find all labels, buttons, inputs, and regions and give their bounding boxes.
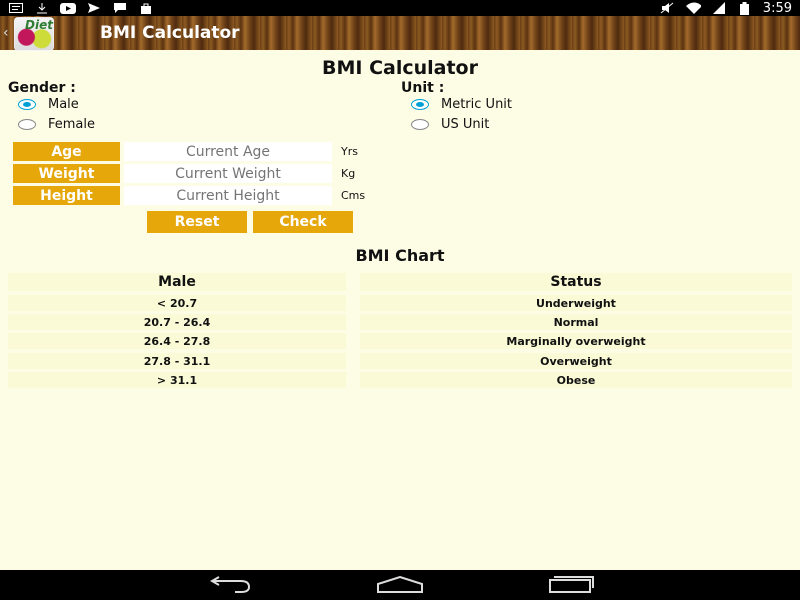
height-label: Height [13, 186, 120, 205]
table-cell-status: Normal [360, 314, 792, 330]
radio-unselected-icon[interactable] [411, 119, 429, 130]
home-nav-icon[interactable] [376, 575, 424, 598]
bmi-chart-title: BMI Chart [355, 246, 445, 265]
table-cell-range: 27.8 - 31.1 [8, 353, 346, 369]
table-cell-range: 26.4 - 27.8 [8, 333, 346, 349]
gender-option-label: Male [48, 97, 79, 112]
age-label: Age [13, 142, 120, 161]
page-title: BMI Calculator [322, 57, 478, 79]
battery-icon [737, 1, 753, 15]
chat-icon [112, 2, 128, 14]
age-input[interactable] [124, 142, 332, 161]
navigation-bar [0, 570, 800, 600]
mute-icon [659, 2, 675, 14]
table-header-male: Male [8, 273, 346, 291]
table-header-status: Status [360, 273, 792, 291]
recent-apps-nav-icon[interactable] [548, 576, 594, 598]
action-bar: ‹ Diet BMI Calculator [0, 16, 800, 51]
gender-label: Gender : [8, 80, 76, 96]
unit-option-us[interactable]: US Unit [411, 117, 489, 132]
unit-option-metric[interactable]: Metric Unit [411, 97, 512, 112]
download-icon [34, 2, 50, 14]
unit-option-label: Metric Unit [441, 97, 513, 112]
age-unit: Yrs [341, 145, 358, 158]
table-cell-range: > 31.1 [8, 372, 346, 388]
cell-signal-icon [711, 2, 727, 14]
reset-button[interactable]: Reset [147, 211, 247, 233]
gender-option-male[interactable]: Male [18, 97, 79, 112]
back-chevron-icon[interactable]: ‹ [3, 25, 9, 41]
action-bar-title: BMI Calculator [100, 23, 240, 43]
radio-selected-icon[interactable] [411, 99, 429, 110]
unit-label: Unit : [401, 80, 445, 96]
table-cell-status: Overweight [360, 353, 792, 369]
send-icon [86, 2, 102, 14]
table-cell-status: Marginally overweight [360, 333, 792, 349]
height-input[interactable] [124, 186, 332, 205]
app-icon-label: Diet [25, 18, 53, 32]
table-cell-range: 20.7 - 26.4 [8, 314, 346, 330]
check-button[interactable]: Check [253, 211, 353, 233]
weight-input[interactable] [124, 164, 332, 183]
table-cell-status: Underweight [360, 295, 792, 311]
weight-unit: Kg [341, 167, 356, 180]
wifi-icon [685, 2, 701, 14]
weight-label: Weight [13, 164, 120, 183]
table-cell-status: Obese [360, 372, 792, 388]
bag-icon [138, 2, 154, 14]
status-bar: 3:59 [0, 0, 800, 16]
gender-option-label: Female [48, 117, 96, 132]
message-icon [8, 2, 24, 14]
youtube-icon [60, 2, 76, 14]
table-cell-range: < 20.7 [8, 295, 346, 311]
status-time: 3:59 [762, 0, 792, 16]
gender-option-female[interactable]: Female [18, 117, 95, 132]
app-icon[interactable]: Diet [14, 17, 54, 51]
height-unit: Cms [341, 189, 366, 202]
unit-option-label: US Unit [441, 117, 490, 132]
radio-unselected-icon[interactable] [18, 119, 36, 130]
back-nav-icon[interactable] [205, 576, 251, 598]
radio-selected-icon[interactable] [18, 99, 36, 110]
